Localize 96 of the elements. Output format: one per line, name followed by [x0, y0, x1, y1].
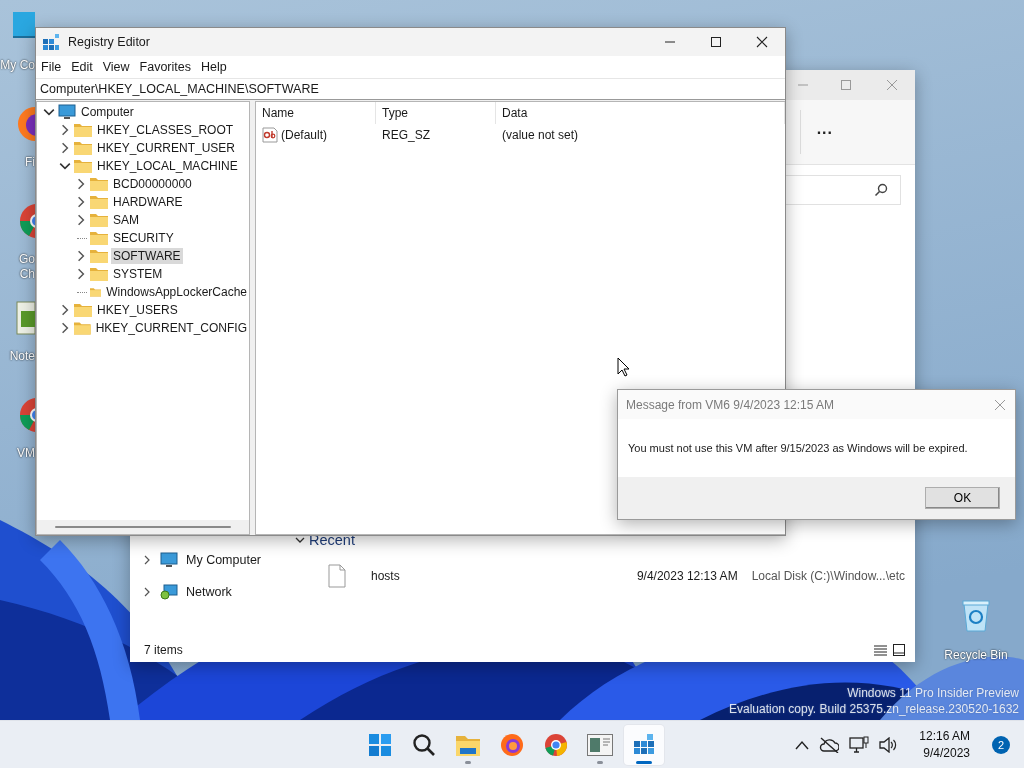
chevron-up-icon[interactable] [795, 739, 810, 750]
more-button[interactable]: ... [812, 120, 837, 144]
document-icon [328, 564, 346, 588]
column-header[interactable]: Data [496, 102, 785, 124]
folder-icon [90, 267, 108, 281]
folder-icon [90, 249, 108, 263]
fox-browser-icon [500, 732, 524, 757]
monitor-icon [58, 104, 76, 120]
dialog-title: Message from VM6 9/4/2023 12:15 AM [626, 397, 835, 412]
chevron-right-icon[interactable] [75, 268, 87, 280]
tree-item[interactable]: BCD00000000 [111, 176, 194, 192]
chevron-right-icon[interactable] [142, 555, 152, 565]
chevron-right-icon[interactable] [59, 304, 71, 316]
menu-item[interactable]: Favorites [134, 60, 196, 74]
chrome-browser-icon [544, 732, 568, 757]
address-bar[interactable]: Computer\HKEY_LOCAL_MACHINE\SOFTWARE [36, 78, 785, 100]
tree-item[interactable]: SECURITY [111, 230, 176, 246]
folder-icon [74, 303, 92, 317]
value-name[interactable]: (Default) [281, 128, 327, 142]
nav-item[interactable]: Network [130, 583, 290, 601]
tree-item[interactable]: HKEY_CURRENT_CONFIG [93, 320, 249, 336]
chevron-right-icon[interactable] [142, 587, 152, 597]
clock-date[interactable]: 9/4/2023 [923, 744, 970, 762]
column-header[interactable]: Type [376, 102, 496, 124]
folder-icon [90, 213, 108, 227]
folder-icon [74, 321, 91, 335]
close-icon [756, 36, 768, 48]
section-header[interactable]: Recent [309, 532, 355, 548]
window-title: Registry Editor [68, 35, 150, 49]
chevron-down-icon[interactable] [59, 160, 71, 172]
file-date: 9/4/2023 12:13 AM [636, 569, 738, 583]
maximize-icon [840, 79, 852, 91]
folder-icon [74, 123, 92, 137]
close-icon [994, 398, 1006, 411]
chevron-right-icon[interactable] [59, 124, 71, 136]
folder-icon [90, 195, 108, 209]
speaker-icon[interactable] [879, 736, 898, 753]
chevron-right-icon[interactable] [75, 250, 87, 262]
folder-icon [74, 159, 92, 173]
folder-icon [90, 285, 102, 299]
menu-item[interactable]: View [97, 60, 135, 74]
file-name[interactable]: hosts [371, 569, 623, 583]
nav-item[interactable]: My Computer [130, 551, 290, 569]
chevron-right-icon[interactable] [75, 196, 87, 208]
dialog-message: You must not use this VM after 9/15/2023 as Windows will be expired. [628, 442, 968, 454]
start-icon [368, 732, 392, 757]
folder-icon [90, 177, 108, 191]
value-type: REG_SZ [382, 128, 430, 142]
string-value-icon [262, 127, 278, 143]
chevron-down-icon[interactable] [295, 535, 305, 545]
chevron-right-icon[interactable] [75, 178, 87, 190]
cubes-icon [42, 33, 60, 51]
scrollbar-thumb[interactable] [55, 526, 231, 528]
network-icon [160, 584, 178, 600]
search-icon [412, 732, 436, 757]
cubes-icon [632, 732, 656, 757]
chevron-down-icon[interactable] [43, 106, 55, 118]
search-icon [874, 183, 888, 197]
tree-item[interactable]: SAM [111, 212, 141, 228]
preview-pane-icon[interactable] [893, 644, 905, 656]
tree-item[interactable]: HKEY_LOCAL_MACHINE [95, 158, 240, 174]
menu-item[interactable]: Help [196, 60, 232, 74]
chevron-right-icon[interactable] [59, 142, 71, 154]
tree-item[interactable]: HARDWARE [111, 194, 185, 210]
value-data: (value not set) [502, 128, 579, 142]
chevron-right-icon[interactable] [75, 214, 87, 226]
chevron-right-icon[interactable] [59, 322, 71, 334]
mouse-cursor-icon [617, 357, 630, 377]
notification-badge[interactable]: 2 [992, 735, 1010, 754]
close-icon [886, 79, 898, 91]
maximize-icon [710, 36, 722, 48]
notepad-icon[interactable] [13, 301, 35, 335]
tree-item[interactable]: SOFTWARE [111, 248, 183, 264]
folder-icon [90, 231, 108, 245]
folder-icon [74, 141, 92, 155]
tree-item[interactable]: HKEY_CURRENT_USER [95, 140, 238, 156]
search-field[interactable] [783, 175, 901, 205]
tree-item[interactable]: WindowsAppLockerCache [104, 284, 249, 300]
tree-item[interactable]: Computer [79, 104, 136, 120]
watermark-text: Windows 11 Pro Insider Preview [847, 685, 1019, 701]
recycle-bin-icon[interactable] [961, 598, 991, 632]
tree-item[interactable]: HKEY_USERS [95, 302, 180, 318]
status-text: 7 items [144, 643, 183, 657]
monitor-icon [160, 552, 178, 568]
details-view-icon[interactable] [874, 644, 887, 656]
column-header[interactable]: Name [256, 102, 376, 124]
menu-item[interactable]: File [36, 60, 67, 74]
cloud-off-icon[interactable] [819, 736, 840, 753]
network-icon[interactable] [849, 735, 870, 754]
tree-item[interactable]: HKEY_CLASSES_ROOT [95, 122, 236, 138]
ok-button[interactable]: OK [925, 487, 1000, 509]
file-location: Local Disk (C:)\Window...\etc [751, 569, 905, 583]
tree-item[interactable]: SYSTEM [111, 266, 165, 282]
clock-time[interactable]: 12:16 AM [919, 727, 970, 745]
menu-item[interactable]: Edit [66, 60, 98, 74]
app-window-icon [587, 733, 613, 756]
